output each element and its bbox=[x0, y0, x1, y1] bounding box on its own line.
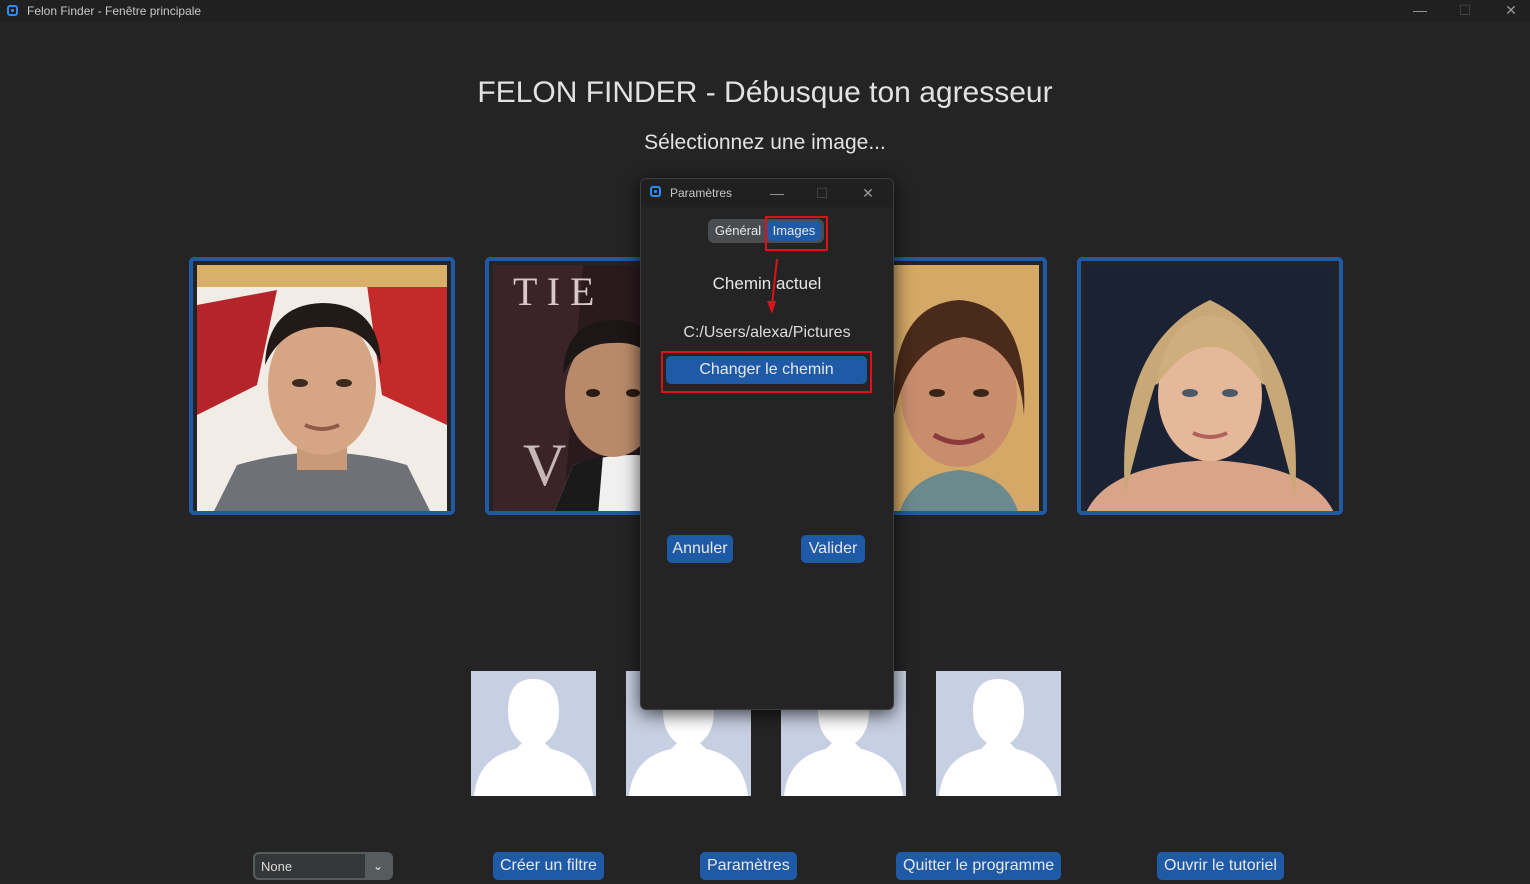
chevron-down-icon[interactable]: ⌄ bbox=[365, 854, 391, 878]
tab-general[interactable]: Général bbox=[711, 221, 765, 241]
annotation-arrow-icon bbox=[767, 258, 778, 314]
app-logo-icon bbox=[7, 5, 18, 16]
dialog-logo-icon bbox=[650, 186, 661, 197]
quit-button[interactable]: Quitter le programme bbox=[896, 852, 1062, 880]
window-title: Felon Finder - Fenêtre principale bbox=[27, 4, 202, 18]
page-subtitle: Sélectionnez une image... bbox=[644, 131, 886, 154]
tab-images-highlight bbox=[765, 216, 828, 251]
settings-dialog: Paramètres — ☐ ✕ Général Images Chemin a… bbox=[640, 178, 894, 710]
maximize-icon[interactable]: ☐ bbox=[1455, 0, 1475, 20]
photo-card-1[interactable] bbox=[189, 257, 455, 515]
dialog-minimize-icon[interactable]: — bbox=[767, 183, 787, 203]
profile-placeholder-1[interactable] bbox=[471, 671, 596, 796]
validate-button[interactable]: Valider bbox=[801, 535, 865, 563]
settings-button[interactable]: Paramètres bbox=[700, 852, 797, 880]
dialog-titlebar: Paramètres — ☐ ✕ bbox=[641, 179, 893, 207]
minimize-icon[interactable]: — bbox=[1410, 0, 1430, 20]
window-titlebar: Felon Finder - Fenêtre principale — ☐ ✕ bbox=[0, 0, 1530, 22]
dialog-maximize-icon[interactable]: ☐ bbox=[812, 183, 832, 203]
dialog-title: Paramètres bbox=[670, 186, 733, 200]
tutorial-button[interactable]: Ouvrir le tutoriel bbox=[1157, 852, 1284, 880]
cancel-button[interactable]: Annuler bbox=[667, 535, 733, 563]
current-path-value: C:/Users/alexa/Pictures bbox=[683, 324, 851, 341]
change-path-highlight bbox=[661, 351, 872, 393]
portrait-man-1 bbox=[197, 265, 447, 511]
svg-text:V: V bbox=[523, 432, 566, 498]
dialog-close-icon[interactable]: ✕ bbox=[858, 183, 878, 203]
photo-card-4[interactable] bbox=[1077, 257, 1343, 515]
portrait-woman-2 bbox=[1085, 265, 1335, 511]
avatar-silhouette-icon bbox=[939, 679, 1058, 796]
avatar-silhouette-icon bbox=[474, 679, 593, 796]
svg-text:T I E: T I E bbox=[513, 269, 594, 314]
page-title: FELON FINDER - Débusque ton agresseur bbox=[477, 76, 1053, 109]
close-icon[interactable]: ✕ bbox=[1501, 0, 1521, 20]
profile-placeholder-4[interactable] bbox=[936, 671, 1061, 796]
create-filter-button[interactable]: Créer un filtre bbox=[493, 852, 604, 880]
filter-select-value: None bbox=[261, 859, 293, 874]
filter-select[interactable]: None ⌄ bbox=[253, 852, 393, 880]
